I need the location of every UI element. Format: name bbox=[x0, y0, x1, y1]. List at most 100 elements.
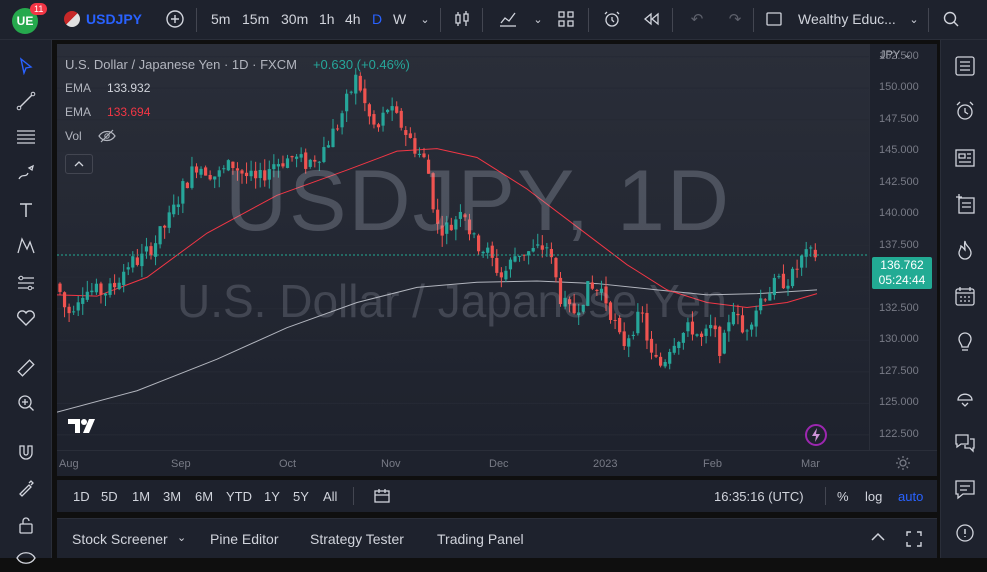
pattern-icon[interactable] bbox=[12, 232, 40, 260]
horizontal-lines-icon[interactable] bbox=[12, 123, 40, 151]
timeframe-4h[interactable]: 4h bbox=[345, 11, 361, 27]
timeframe-w[interactable]: W bbox=[393, 11, 406, 27]
timeframe-1h[interactable]: 1h bbox=[319, 11, 335, 27]
range-1y[interactable]: 1Y bbox=[264, 489, 280, 504]
lock-drawing-icon[interactable] bbox=[12, 474, 40, 502]
timeframe-15m[interactable]: 15m bbox=[242, 11, 269, 27]
tab-pine-editor[interactable]: Pine Editor bbox=[210, 531, 278, 547]
price-tick-label: 152.500 bbox=[879, 49, 919, 62]
candlestick-type-icon[interactable] bbox=[451, 8, 473, 30]
chart-legend: U.S. Dollar / Japanese Yen · 1D · FXCM +… bbox=[65, 52, 410, 174]
replay-icon[interactable] bbox=[640, 8, 662, 30]
eye-icon[interactable] bbox=[12, 544, 40, 572]
lightning-icon[interactable] bbox=[805, 424, 827, 446]
ema-fast-value: 133.932 bbox=[107, 81, 151, 95]
prediction-icon[interactable] bbox=[12, 269, 40, 297]
timeframe-5m[interactable]: 5m bbox=[211, 11, 230, 27]
volume-label[interactable]: Vol bbox=[65, 129, 82, 143]
bar-countdown: 05:24:44 bbox=[878, 273, 926, 287]
date-range-icon[interactable] bbox=[373, 487, 391, 505]
range-5d[interactable]: 5D bbox=[101, 489, 118, 504]
help-icon[interactable] bbox=[951, 519, 979, 547]
messages-icon[interactable] bbox=[951, 428, 979, 456]
chevron-up-icon[interactable] bbox=[870, 532, 886, 542]
watchlist-icon[interactable] bbox=[951, 52, 979, 80]
lock-icon[interactable] bbox=[12, 511, 40, 539]
price-tick-label: 130.000 bbox=[879, 333, 919, 346]
comment-icon[interactable] bbox=[951, 475, 979, 503]
heart-icon[interactable] bbox=[12, 304, 40, 332]
ema-fast-label[interactable]: EMA bbox=[65, 81, 91, 95]
timeframe-30m[interactable]: 30m bbox=[281, 11, 308, 27]
chevron-down-icon[interactable]: ⌄ bbox=[414, 8, 436, 30]
redo-icon[interactable]: ↷ bbox=[724, 8, 746, 30]
news-icon[interactable] bbox=[951, 144, 979, 172]
ruler-icon[interactable] bbox=[12, 354, 40, 382]
add-list-icon[interactable] bbox=[951, 190, 979, 218]
indicators-icon[interactable] bbox=[497, 8, 519, 30]
price-tick-label: 142.500 bbox=[879, 175, 919, 188]
add-symbol-icon[interactable] bbox=[164, 8, 186, 30]
price-tick-label: 127.500 bbox=[879, 364, 919, 377]
range-6m[interactable]: 6M bbox=[195, 489, 213, 504]
price-tick-label: 147.500 bbox=[879, 112, 919, 125]
price-tick-label: 132.500 bbox=[879, 301, 919, 314]
chart-title[interactable]: U.S. Dollar / Japanese Yen · 1D · FXCM bbox=[65, 57, 297, 72]
search-icon[interactable] bbox=[940, 8, 962, 30]
zoom-in-icon[interactable] bbox=[12, 389, 40, 417]
eye-hidden-icon[interactable] bbox=[97, 129, 116, 143]
bottom-panel-bar: Stock Screener ⌄ Pine Editor Strategy Te… bbox=[57, 518, 937, 558]
log-toggle[interactable]: log bbox=[865, 489, 882, 504]
last-price-tag: 136.762 05:24:44 bbox=[872, 257, 932, 289]
maximize-icon[interactable] bbox=[905, 530, 923, 548]
collapse-legend-button[interactable] bbox=[65, 154, 93, 174]
layout-grid-icon[interactable] bbox=[555, 8, 577, 30]
trend-line-icon[interactable] bbox=[12, 87, 40, 115]
symbol-name: USDJPY bbox=[86, 11, 143, 27]
time-tick-label: Feb bbox=[703, 458, 722, 470]
price-axis[interactable]: JPY ⌄ 152.500 150.000 147.500 145.000 142.50… bbox=[869, 44, 937, 450]
chart-pane[interactable]: USDJPY, 1D U.S. Dollar / Japanese Yen U.… bbox=[57, 44, 937, 476]
text-icon[interactable] bbox=[12, 196, 40, 224]
range-5y[interactable]: 5Y bbox=[293, 489, 309, 504]
auto-toggle[interactable]: auto bbox=[898, 489, 923, 504]
layout-box-icon[interactable] bbox=[763, 8, 785, 30]
brush-icon[interactable] bbox=[12, 160, 40, 188]
chat-icon[interactable] bbox=[951, 382, 979, 410]
cursor-icon[interactable] bbox=[12, 52, 40, 80]
tab-trading-panel[interactable]: Trading Panel bbox=[437, 531, 524, 547]
chevron-down-icon[interactable]: ⌄ bbox=[527, 8, 549, 30]
flag-icon bbox=[64, 11, 80, 27]
calendar-icon[interactable] bbox=[951, 282, 979, 310]
range-ytd[interactable]: YTD bbox=[226, 489, 252, 504]
hotlist-icon[interactable] bbox=[951, 236, 979, 264]
layout-name[interactable]: Wealthy Educ... bbox=[798, 11, 896, 27]
idea-icon[interactable] bbox=[951, 328, 979, 356]
chevron-down-icon[interactable]: ⌄ bbox=[903, 8, 925, 30]
alarm-clock-icon[interactable] bbox=[951, 97, 979, 125]
undo-icon[interactable]: ↶ bbox=[686, 8, 708, 30]
symbol-search[interactable]: USDJPY bbox=[64, 11, 142, 27]
chart-settings-icon[interactable] bbox=[895, 455, 911, 471]
time-axis[interactable]: Aug Sep Oct Nov Dec 2023 Feb Mar bbox=[57, 450, 937, 476]
right-sidebar bbox=[940, 40, 987, 558]
range-1d[interactable]: 1D bbox=[73, 489, 90, 504]
time-tick-label: Aug bbox=[59, 458, 79, 470]
ema-slow-value: 133.694 bbox=[107, 105, 151, 119]
magnet-icon[interactable] bbox=[12, 438, 40, 466]
range-3m[interactable]: 3M bbox=[163, 489, 181, 504]
range-toolbar: 1D 5D 1M 3M 6M YTD 1Y 5Y All 16:35:16 (U… bbox=[57, 480, 937, 512]
percent-toggle[interactable]: % bbox=[837, 489, 849, 504]
tab-strategy-tester[interactable]: Strategy Tester bbox=[310, 531, 404, 547]
utc-clock[interactable]: 16:35:16 (UTC) bbox=[714, 489, 804, 504]
price-tick-label: 125.000 bbox=[879, 396, 919, 409]
tradingview-logo[interactable] bbox=[67, 416, 101, 436]
chevron-down-icon[interactable]: ⌄ bbox=[177, 531, 186, 544]
tab-stock-screener[interactable]: Stock Screener bbox=[72, 531, 168, 547]
timeframe-d[interactable]: D bbox=[372, 11, 382, 27]
range-all[interactable]: All bbox=[323, 489, 337, 504]
time-tick-label: Mar bbox=[801, 458, 820, 470]
alert-icon[interactable] bbox=[601, 8, 623, 30]
ema-slow-label[interactable]: EMA bbox=[65, 105, 91, 119]
range-1m[interactable]: 1M bbox=[132, 489, 150, 504]
